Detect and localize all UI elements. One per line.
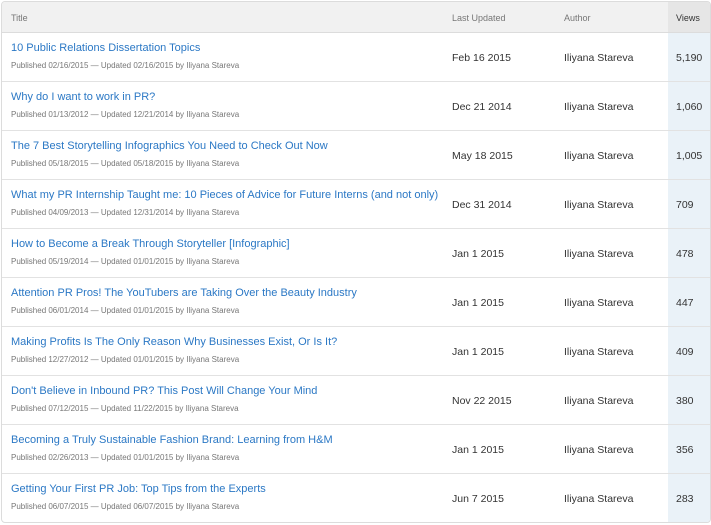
posts-table: Title Last Updated Author Views 10 Publi… bbox=[1, 1, 711, 523]
last-updated-cell: Jan 1 2015 bbox=[452, 346, 504, 358]
post-meta: Published 02/16/2015 — Updated 02/16/201… bbox=[11, 61, 240, 70]
column-header-title[interactable]: Title bbox=[11, 13, 28, 23]
column-header-author[interactable]: Author bbox=[564, 13, 591, 23]
table-row: 10 Public Relations Dissertation Topics P… bbox=[2, 33, 710, 82]
author-cell: Iliyana Stareva bbox=[564, 199, 634, 211]
post-meta: Published 06/01/2014 — Updated 01/01/201… bbox=[11, 306, 240, 315]
table-row: Getting Your First PR Job: Top Tips from… bbox=[2, 474, 710, 522]
post-meta: Published 12/27/2012 — Updated 01/01/201… bbox=[11, 355, 240, 364]
post-meta: Published 05/19/2014 — Updated 01/01/201… bbox=[11, 257, 240, 266]
post-meta: Published 04/09/2013 — Updated 12/31/201… bbox=[11, 208, 240, 217]
author-cell: Iliyana Stareva bbox=[564, 101, 634, 113]
table-header: Title Last Updated Author Views bbox=[2, 2, 710, 33]
views-cell: 1,005 bbox=[676, 150, 703, 162]
last-updated-cell: Dec 21 2014 bbox=[452, 101, 512, 113]
post-title-link[interactable]: How to Become a Break Through Storytelle… bbox=[11, 238, 290, 250]
table-row: Making Profits Is The Only Reason Why Bu… bbox=[2, 327, 710, 376]
views-cell: 283 bbox=[676, 493, 694, 505]
views-cell: 478 bbox=[676, 248, 694, 260]
views-cell: 447 bbox=[676, 297, 694, 309]
post-title-link[interactable]: 10 Public Relations Dissertation Topics bbox=[11, 42, 200, 54]
post-title-link[interactable]: Why do I want to work in PR? bbox=[11, 91, 155, 103]
post-meta: Published 06/07/2015 — Updated 06/07/201… bbox=[11, 502, 240, 511]
post-title-link[interactable]: Attention PR Pros! The YouTubers are Tak… bbox=[11, 287, 357, 299]
author-cell: Iliyana Stareva bbox=[564, 52, 634, 64]
last-updated-cell: Dec 31 2014 bbox=[452, 199, 512, 211]
post-title-link[interactable]: Becoming a Truly Sustainable Fashion Bra… bbox=[11, 434, 333, 446]
author-cell: Iliyana Stareva bbox=[564, 444, 634, 456]
table-row: Don't Believe in Inbound PR? This Post W… bbox=[2, 376, 710, 425]
views-cell: 356 bbox=[676, 444, 694, 456]
post-meta: Published 07/12/2015 — Updated 11/22/201… bbox=[11, 404, 239, 413]
last-updated-cell: Jun 7 2015 bbox=[452, 493, 504, 505]
table-row: The 7 Best Storytelling Infographics You… bbox=[2, 131, 710, 180]
views-cell: 709 bbox=[676, 199, 694, 211]
table-row: What my PR Internship Taught me: 10 Piec… bbox=[2, 180, 710, 229]
last-updated-cell: Jan 1 2015 bbox=[452, 297, 504, 309]
column-header-views[interactable]: Views bbox=[676, 13, 700, 23]
table-row: Why do I want to work in PR? Published 01… bbox=[2, 82, 710, 131]
views-cell: 5,190 bbox=[676, 52, 703, 64]
author-cell: Iliyana Stareva bbox=[564, 297, 634, 309]
author-cell: Iliyana Stareva bbox=[564, 493, 634, 505]
table-row: Attention PR Pros! The YouTubers are Tak… bbox=[2, 278, 710, 327]
last-updated-cell: Jan 1 2015 bbox=[452, 444, 504, 456]
post-title-link[interactable]: Don't Believe in Inbound PR? This Post W… bbox=[11, 385, 317, 397]
table-row: Becoming a Truly Sustainable Fashion Bra… bbox=[2, 425, 710, 474]
post-title-link[interactable]: Getting Your First PR Job: Top Tips from… bbox=[11, 483, 266, 495]
column-header-last-updated[interactable]: Last Updated bbox=[452, 13, 506, 23]
table-row: How to Become a Break Through Storytelle… bbox=[2, 229, 710, 278]
views-cell: 380 bbox=[676, 395, 694, 407]
post-title-link[interactable]: The 7 Best Storytelling Infographics You… bbox=[11, 140, 328, 152]
post-meta: Published 05/18/2015 — Updated 05/18/201… bbox=[11, 159, 240, 168]
last-updated-cell: May 18 2015 bbox=[452, 150, 513, 162]
views-cell: 409 bbox=[676, 346, 694, 358]
author-cell: Iliyana Stareva bbox=[564, 248, 634, 260]
author-cell: Iliyana Stareva bbox=[564, 346, 634, 358]
last-updated-cell: Nov 22 2015 bbox=[452, 395, 512, 407]
author-cell: Iliyana Stareva bbox=[564, 150, 634, 162]
last-updated-cell: Feb 16 2015 bbox=[452, 52, 511, 64]
views-cell: 1,060 bbox=[676, 101, 703, 113]
post-meta: Published 01/13/2012 — Updated 12/21/201… bbox=[11, 110, 240, 119]
post-title-link[interactable]: Making Profits Is The Only Reason Why Bu… bbox=[11, 336, 337, 348]
post-title-link[interactable]: What my PR Internship Taught me: 10 Piec… bbox=[11, 189, 438, 201]
post-meta: Published 02/26/2013 — Updated 01/01/201… bbox=[11, 453, 240, 462]
author-cell: Iliyana Stareva bbox=[564, 395, 634, 407]
last-updated-cell: Jan 1 2015 bbox=[452, 248, 504, 260]
